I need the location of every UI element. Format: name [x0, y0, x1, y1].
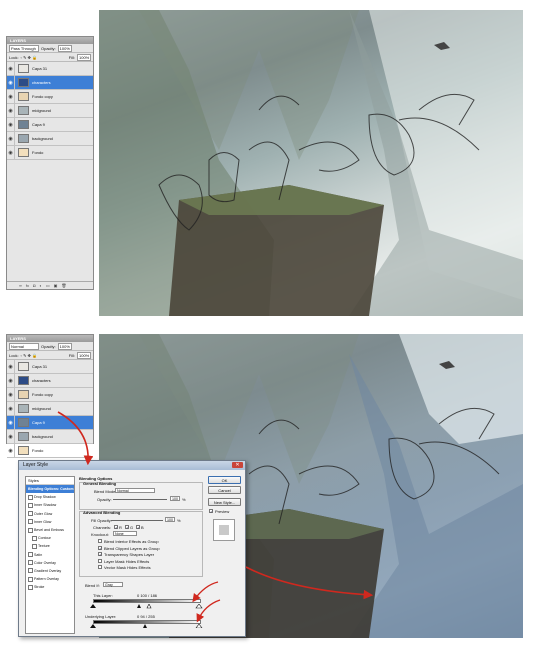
arrow-layer-to-dialog [57, 411, 94, 466]
arrow-dialog-to-canvas [245, 566, 374, 600]
annotation-arrows [57, 411, 374, 623]
arrow-this-layer-slider [192, 581, 219, 603]
arrow-underlying-slider [196, 599, 221, 623]
